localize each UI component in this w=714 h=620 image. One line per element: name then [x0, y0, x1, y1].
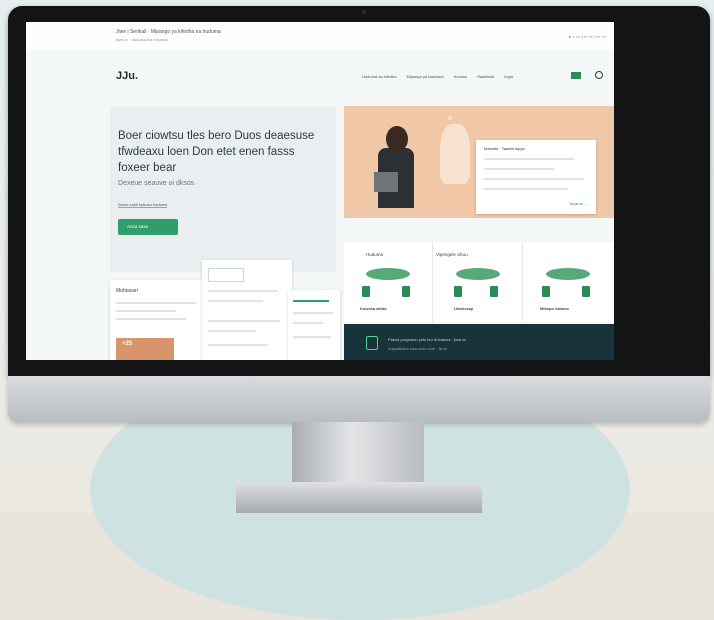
monitor-base — [236, 482, 482, 513]
cta-button[interactable]: Anza sasa — [118, 219, 178, 235]
text-line — [293, 312, 333, 314]
popup-action[interactable]: Tazama → — [569, 201, 588, 206]
hero-link[interactable]: Soma zaidi kuhusu huduma — [118, 202, 168, 208]
feature-illustration — [366, 268, 410, 280]
text-line — [208, 300, 263, 302]
hero-section: Boer ciowtsu tles bero Duos deaesuse tfw… — [110, 106, 336, 272]
cta-label: Anza sasa — [127, 224, 149, 229]
highlight-tile: +25 — [116, 338, 174, 360]
browser-url[interactable]: jiwe.co · ukurasa wa mwanzo — [116, 37, 168, 42]
card-label: Muhtasari — [116, 288, 138, 294]
text-line — [208, 344, 268, 346]
monitor-stand — [292, 422, 424, 484]
input-box[interactable] — [208, 268, 244, 282]
mobile-app-icon — [366, 336, 378, 350]
menu-item[interactable]: Rasilimali — [477, 74, 494, 79]
monitor-chin — [8, 376, 710, 422]
app-banner[interactable]: Pakua programu yetu leo ili kuanza · jiw… — [344, 324, 614, 360]
menu-item[interactable]: Mipango ya biashara — [406, 74, 443, 79]
features-heading: Huduma — [366, 252, 384, 257]
text-line — [484, 158, 574, 160]
decor-dot — [462, 130, 466, 134]
text-line — [208, 330, 256, 332]
text-line — [293, 336, 331, 338]
form-card — [202, 260, 292, 360]
banner-subtext: Inapatikana kwa simu zote · Bure — [388, 346, 448, 351]
main-menu: Huduma za kifedha Mipango ya biashara Ku… — [362, 74, 513, 79]
menu-item[interactable]: Kuhusu — [454, 74, 468, 79]
feature-card[interactable]: Huduma Kuweka akiba — [344, 242, 433, 322]
browser-title: Jiwe | Serikali · Mipango ya kifedha na … — [116, 29, 221, 35]
screen: Jiwe | Serikali · Mipango ya kifedha na … — [26, 22, 614, 360]
site-logo[interactable]: JJu. — [116, 70, 138, 82]
phone-icon — [454, 286, 462, 297]
browser-status: ● ▪ ▪▪ ▪▪▪ ▪▪ ▪▪▪ ▪▪ — [568, 34, 606, 39]
popup-title: Maombi · Taarifa mpya — [484, 146, 525, 151]
text-line — [293, 322, 323, 324]
browser-bar: Jiwe | Serikali · Mipango ya kifedha na … — [26, 22, 614, 51]
text-line — [116, 310, 176, 312]
badge-value: +25 — [122, 341, 133, 347]
hero-photo: Maombi · Taarifa mpya Tazama → — [344, 106, 614, 218]
accent-line — [293, 300, 329, 302]
camera-icon — [362, 10, 366, 14]
notification-popup[interactable]: Maombi · Taarifa mpya Tazama → — [476, 140, 596, 214]
text-line — [484, 168, 554, 170]
side-card — [288, 290, 340, 360]
lock-icon — [582, 286, 590, 297]
feature-illustration — [546, 268, 590, 280]
search-icon[interactable] — [595, 71, 603, 79]
features-section: Huduma Kuweka akiba Vipengele vikuu Uwek… — [344, 242, 614, 322]
feature-label: Uwekezaji — [454, 306, 474, 311]
site-header: JJu. Huduma za kifedha Mipango ya biasha… — [26, 50, 614, 102]
chart-icon — [402, 286, 410, 297]
laptop-image — [374, 172, 398, 192]
decor-dot — [448, 116, 452, 120]
text-line — [208, 320, 280, 322]
hero-subheading: Dexeue seauve oi dksos — [118, 180, 195, 187]
card-icon — [490, 286, 498, 297]
person-head — [386, 126, 408, 152]
shield-icon — [542, 286, 550, 297]
feature-card[interactable]: Vipengele vikuu Uwekezaji — [434, 242, 523, 322]
menu-item[interactable]: Huduma za kifedha — [362, 74, 396, 79]
features-subheading: Vipengele vikuu — [436, 252, 468, 257]
banner-text: Pakua programu yetu leo ili kuanza · jiw… — [388, 337, 467, 342]
text-line — [116, 302, 196, 304]
menu-item[interactable]: Ingia — [504, 74, 513, 79]
text-line — [208, 290, 278, 292]
text-line — [484, 178, 584, 180]
feature-label: Mikopo salama — [540, 306, 569, 311]
feature-illustration — [456, 268, 500, 280]
feature-card[interactable]: Mikopo salama — [524, 242, 612, 322]
text-line — [484, 188, 568, 190]
hero-headline: Boer ciowtsu tles bero Duos deaesuse tfw… — [118, 130, 315, 174]
account-icon[interactable] — [571, 72, 581, 79]
text-line — [116, 318, 186, 320]
wallet-icon — [362, 286, 370, 297]
feature-label: Kuweka akiba — [360, 306, 387, 311]
